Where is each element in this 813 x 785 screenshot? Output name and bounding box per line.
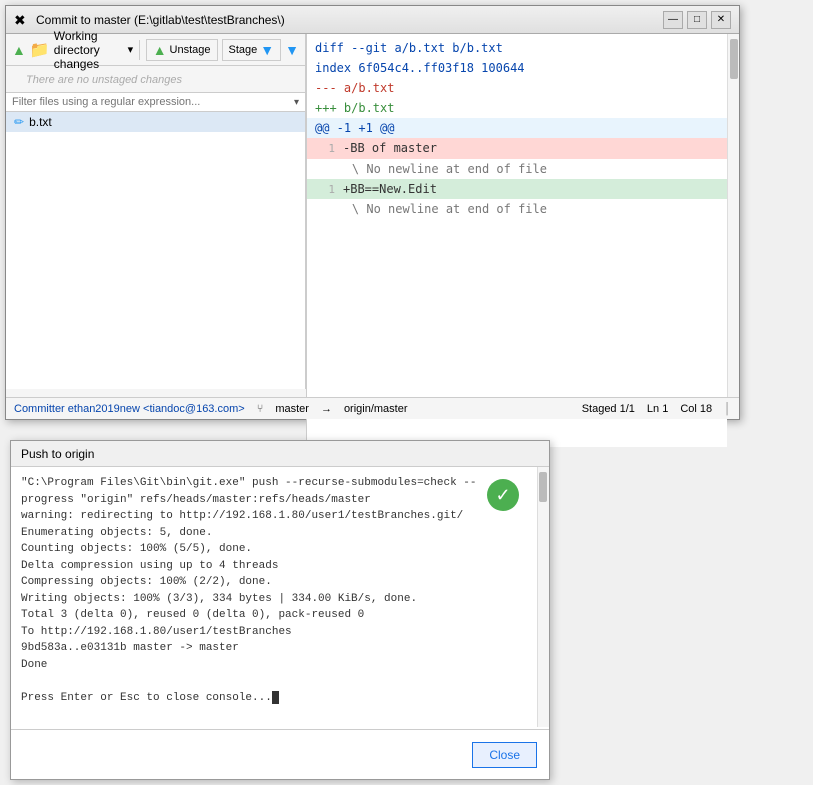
stage-icon: ▼ <box>260 42 274 58</box>
close-push-button[interactable]: Close <box>472 742 537 768</box>
title-controls: — □ ✕ <box>663 11 731 29</box>
push-content-area: "C:\Program Files\Git\bin\git.exe" push … <box>11 467 549 727</box>
push-terminal[interactable]: "C:\Program Files\Git\bin\git.exe" push … <box>11 467 537 727</box>
diff-line-added: 1+BB==New.Edit <box>307 179 727 200</box>
unstage-label: Unstage <box>170 44 211 56</box>
diff-line-removed: 1-BB of master <box>307 138 727 159</box>
branch-icon: ⑂ <box>257 403 264 415</box>
maximize-button[interactable]: □ <box>687 11 707 29</box>
push-window: Push to origin "C:\Program Files\Git\bin… <box>10 440 550 780</box>
working-dir-icon: 📁 <box>30 40 50 60</box>
line-number: 1 <box>315 141 335 158</box>
scrollbar-thumb <box>730 39 738 79</box>
stage-label: Stage <box>229 44 258 56</box>
branch-arrow: → <box>321 403 332 415</box>
window-title: Commit to master (E:\gitlab\test\testBra… <box>36 13 285 27</box>
working-dir-dropdown-icon[interactable]: ▾ <box>128 43 134 56</box>
terminal-line-7: Total 3 (delta 0), reused 0 (delta 0), p… <box>21 607 527 624</box>
left-panel: ▲ 📁 Working directory changes ▾ ▲ Unstag… <box>6 34 306 389</box>
terminal-line-11 <box>21 673 527 690</box>
filter-input[interactable] <box>12 96 294 108</box>
working-dir-label: Working directory changes <box>54 29 122 71</box>
file-name: b.txt <box>29 115 52 129</box>
scrollbar-track[interactable] <box>727 34 739 397</box>
filter-row: ▾ <box>6 92 305 112</box>
committer-link[interactable]: Committer ethan2019new <tiandoc@163.com> <box>14 403 245 415</box>
push-footer: Close <box>11 729 549 779</box>
list-item[interactable]: ✏ b.txt <box>6 112 305 132</box>
unstage-button[interactable]: ▲ Unstage <box>146 39 218 61</box>
diff-line-removed-header: --- a/b.txt <box>307 78 727 98</box>
unstage-icon: ▲ <box>153 42 167 58</box>
diff-line: diff --git a/b.txt b/b.txt <box>307 38 727 58</box>
terminal-line-2: Enumerating objects: 5, done. <box>21 525 527 542</box>
toolbar-row: ▲ 📁 Working directory changes ▾ ▲ Unstag… <box>6 34 305 66</box>
terminal-scrollbar[interactable] <box>537 467 549 727</box>
diff-line-no-newline: \ No newline at end of file <box>307 159 727 179</box>
terminal-line-6: Writing objects: 100% (3/3), 334 bytes |… <box>21 591 527 608</box>
terminal-line-10: Done <box>21 657 527 674</box>
terminal-line-9: 9bd583a..e03131b master -> master <box>21 640 527 657</box>
push-title: Push to origin <box>21 447 94 461</box>
terminal-line-3: Counting objects: 100% (5/5), done. <box>21 541 527 558</box>
diff-view[interactable]: diff --git a/b.txt b/b.txt index 6f054c4… <box>306 34 727 447</box>
stage-button[interactable]: Stage ▼ <box>222 39 282 61</box>
diff-line: index 6f054c4..ff03f18 100644 <box>307 58 727 78</box>
terminal-line-5: Compressing objects: 100% (2/2), done. <box>21 574 527 591</box>
file-list: ✏ b.txt <box>6 112 305 389</box>
filter-dropdown-icon[interactable]: ▾ <box>294 97 299 108</box>
file-edit-icon: ✏ <box>14 115 24 129</box>
ln-indicator: Ln 1 <box>647 403 668 415</box>
terminal-line-8: To http://192.168.1.80/user1/testBranche… <box>21 624 527 641</box>
remote-name: origin/master <box>344 403 408 415</box>
terminal-line-0: "C:\Program Files\Git\bin\git.exe" push … <box>21 475 527 508</box>
app-icon: ✖ <box>14 12 30 28</box>
no-changes-area: There are no unstaged changes <box>6 66 305 92</box>
diff-line-added-header: +++ b/b.txt <box>307 98 727 118</box>
checkmark-icon: ✓ <box>495 485 510 506</box>
terminal-scrollbar-thumb <box>539 472 547 502</box>
terminal-line-12: Press Enter or Esc to close console... <box>21 690 527 707</box>
staged-count: Staged 1/1 <box>582 403 635 415</box>
stage-extra-icon: ▼ <box>285 42 299 58</box>
push-title-bar: Push to origin <box>11 441 549 467</box>
status-extra: │ <box>724 403 731 415</box>
col-indicator: Col 18 <box>680 403 712 415</box>
branch-name: master <box>275 403 309 415</box>
line-number: 1 <box>315 182 335 199</box>
terminal-line-4: Delta compression using up to 4 threads <box>21 558 527 575</box>
success-icon: ✓ <box>487 479 519 511</box>
diff-line-no-newline: \ No newline at end of file <box>307 199 727 219</box>
title-bar-left: ✖ Commit to master (E:\gitlab\test\testB… <box>14 12 285 28</box>
no-changes-text: There are no unstaged changes <box>16 66 192 94</box>
main-window: ✖ Commit to master (E:\gitlab\test\testB… <box>5 5 740 420</box>
terminal-line-1: warning: redirecting to http://192.168.1… <box>21 508 527 525</box>
stage-up-icon: ▲ <box>12 42 26 58</box>
close-button[interactable]: ✕ <box>711 11 731 29</box>
push-body: "C:\Program Files\Git\bin\git.exe" push … <box>11 467 549 779</box>
cursor <box>272 691 279 704</box>
status-bar: Committer ethan2019new <tiandoc@163.com>… <box>6 397 739 419</box>
minimize-button[interactable]: — <box>663 11 683 29</box>
diff-line-hunk: @@ -1 +1 @@ <box>307 118 727 138</box>
